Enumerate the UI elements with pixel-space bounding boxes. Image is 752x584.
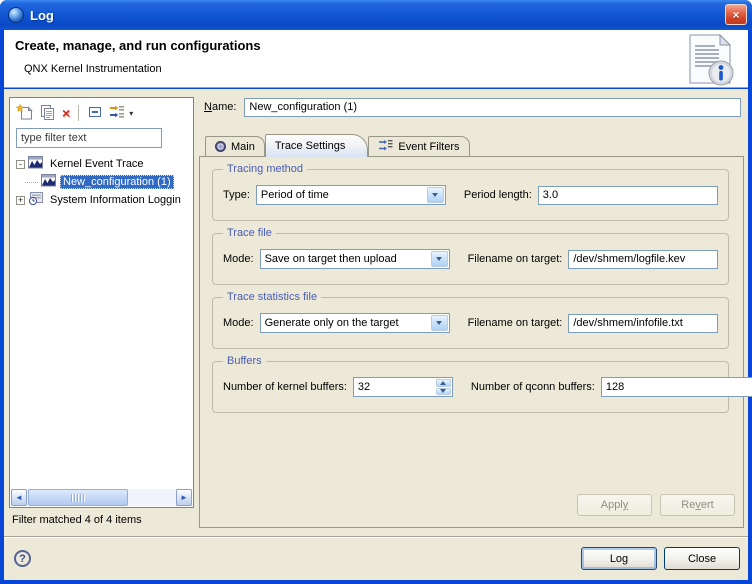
tracing-method-group: Tracing method Type: Period of time Peri…: [212, 169, 729, 221]
toolbar-separator: [78, 105, 79, 121]
new-configuration-button[interactable]: [16, 104, 33, 123]
dialog-header: Create, manage, and run configurations Q…: [4, 30, 748, 88]
stats-filename-input[interactable]: [568, 314, 718, 333]
close-icon: ×: [732, 8, 739, 22]
trace-file-group-title: Trace file: [223, 227, 276, 239]
stats-mode-label: Mode:: [223, 317, 254, 329]
combo-dropdown-button[interactable]: [431, 251, 448, 267]
expand-expander-icon[interactable]: +: [16, 196, 25, 205]
name-label: Name:: [204, 101, 236, 113]
dialog-subtitle: QNX Kernel Instrumentation: [24, 63, 162, 75]
filter-text-input[interactable]: [16, 128, 162, 148]
close-window-button[interactable]: ×: [725, 4, 747, 25]
chevron-down-icon: [436, 321, 442, 325]
delete-configuration-button[interactable]: ×: [62, 106, 70, 120]
apply-button[interactable]: Apply: [577, 494, 652, 516]
help-button[interactable]: ?: [14, 550, 31, 567]
kernel-buffers-spinner[interactable]: [353, 377, 453, 397]
qconn-buffers-input[interactable]: [602, 378, 752, 396]
collapse-expander-icon[interactable]: -: [16, 160, 25, 169]
period-length-input[interactable]: [538, 186, 718, 205]
trace-settings-tab-content: Tracing method Type: Period of time Peri…: [199, 156, 744, 528]
filter-menu-caret-icon[interactable]: ▾: [129, 109, 133, 118]
stats-filename-label: Filename on target:: [468, 317, 563, 329]
name-row: Name:: [199, 97, 744, 117]
dialog-button-bar: ? Log Close: [4, 536, 748, 580]
document-info-icon: [682, 33, 738, 89]
duplicate-configuration-button[interactable]: [39, 104, 56, 123]
chevron-down-icon: [440, 389, 446, 393]
log-dialog-window: Log × Create, manage, and run configurat…: [0, 0, 752, 584]
qconn-buffers-label: Number of qconn buffers:: [471, 381, 595, 393]
combo-dropdown-button[interactable]: [431, 315, 448, 331]
scroll-left-icon: ◄: [15, 493, 23, 502]
configurations-tree: - Kernel Event Trace: [10, 151, 193, 209]
kernel-buffers-label: Number of kernel buffers:: [223, 381, 347, 393]
tree-horizontal-scrollbar[interactable]: ◄ ►: [11, 489, 192, 506]
main-tab-icon: [215, 141, 226, 152]
filter-match-status: Filter matched 4 of 4 items: [12, 514, 142, 526]
scroll-right-button[interactable]: ►: [176, 489, 192, 506]
configuration-form-panel: Name: Main Trace Settings: [199, 97, 744, 528]
scrollbar-grip-icon: [71, 494, 86, 502]
help-icon: ?: [19, 553, 26, 565]
tab-main[interactable]: Main: [205, 136, 265, 156]
stats-mode-combobox[interactable]: Generate only on the target: [260, 313, 450, 333]
log-button[interactable]: Log: [581, 547, 657, 570]
event-filters-tab-icon: [378, 139, 393, 154]
type-label: Type:: [223, 189, 250, 201]
tree-connector: [25, 182, 38, 183]
chevron-down-icon: [432, 193, 438, 197]
app-sphere-icon: [8, 7, 24, 23]
tab-event-filters[interactable]: Event Filters: [368, 136, 469, 156]
chevron-down-icon: [436, 257, 442, 261]
trace-filename-input[interactable]: [568, 250, 718, 269]
tree-item-system-information-logging[interactable]: + System Information Loggin: [10, 191, 193, 209]
chevron-up-icon: [440, 381, 446, 385]
close-button[interactable]: Close: [664, 547, 740, 570]
kernel-buffers-input[interactable]: [354, 378, 436, 396]
configurations-toolbar: ×: [10, 98, 193, 126]
dialog-content: ×: [4, 89, 748, 536]
configuration-tabs: Main Trace Settings: [199, 134, 744, 157]
trace-file-group: Trace file Mode: Save on target then upl…: [212, 233, 729, 285]
configurations-panel: ×: [9, 97, 194, 508]
combo-dropdown-button[interactable]: [427, 187, 444, 203]
buffers-group: Buffers Number of kernel buffers: Number…: [212, 361, 729, 413]
scroll-left-button[interactable]: ◄: [11, 489, 27, 506]
title-bar[interactable]: Log ×: [0, 0, 752, 30]
tracing-type-combobox[interactable]: Period of time: [256, 185, 446, 205]
dialog-title: Create, manage, and run configurations: [15, 38, 261, 53]
system-information-logging-icon: [28, 192, 44, 208]
qconn-buffers-spinner[interactable]: [601, 377, 752, 397]
period-length-label: Period length:: [464, 189, 532, 201]
filter-configurations-button[interactable]: [109, 105, 125, 122]
scrollbar-thumb[interactable]: [28, 489, 128, 506]
spinner-down-button[interactable]: [436, 388, 451, 396]
revert-button[interactable]: Revert: [660, 494, 735, 516]
selected-tree-label: New_configuration (1): [60, 175, 174, 189]
kernel-event-trace-icon: [28, 156, 44, 172]
kernel-event-trace-icon: [41, 174, 57, 190]
apply-revert-row: Apply Revert: [577, 494, 735, 516]
trace-statistics-group: Trace statistics file Mode: Generate onl…: [212, 297, 729, 349]
scroll-right-icon: ►: [180, 493, 188, 502]
tree-item-new-configuration[interactable]: New_configuration (1): [10, 173, 193, 191]
trace-file-mode-label: Mode:: [223, 253, 254, 265]
tab-trace-settings[interactable]: Trace Settings: [265, 134, 369, 157]
trace-statistics-group-title: Trace statistics file: [223, 291, 321, 303]
tree-item-kernel-event-trace[interactable]: - Kernel Event Trace: [10, 155, 193, 173]
footer-buttons: Log Close: [581, 547, 740, 570]
window-title: Log: [30, 8, 54, 23]
spinner-up-button[interactable]: [436, 379, 451, 387]
collapse-all-button[interactable]: [87, 104, 103, 122]
trace-filename-label: Filename on target:: [468, 253, 563, 265]
buffers-group-title: Buffers: [223, 355, 266, 367]
configuration-name-input[interactable]: [244, 98, 741, 117]
tracing-method-group-title: Tracing method: [223, 163, 307, 175]
trace-file-mode-combobox[interactable]: Save on target then upload: [260, 249, 450, 269]
